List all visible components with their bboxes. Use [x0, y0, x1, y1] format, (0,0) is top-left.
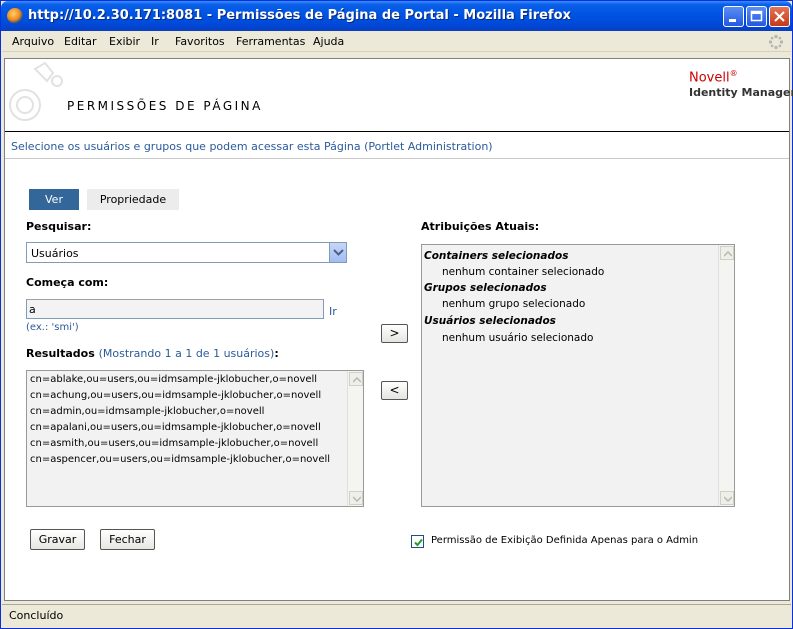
menu-ferramentas[interactable]: Ferramentas [236, 35, 305, 48]
current-assignments-list[interactable]: Containers selecionados nenhum container… [421, 244, 735, 507]
close-window-button[interactable] [769, 6, 790, 27]
divider [5, 158, 789, 159]
results-label: Resultados (Mostrando 1 a 1 de 1 usuário… [26, 347, 279, 360]
list-item[interactable]: cn=ablake,ou=users,ou=idmsample-jklobuch… [30, 374, 317, 385]
search-hint: (ex.: 'smi') [26, 322, 79, 333]
minimize-icon [729, 19, 736, 22]
list-item[interactable]: cn=admin,ou=idmsample-jklobucher,o=novel… [30, 406, 264, 417]
go-link[interactable]: Ir [329, 305, 337, 318]
menu-favoritos[interactable]: Favoritos [175, 35, 225, 48]
page-title: PERMISSÕES DE PÁGINA [67, 99, 263, 113]
maximize-button[interactable] [746, 6, 767, 27]
search-type-value: Usuários [31, 247, 79, 260]
group-item-groups: nenhum grupo selecionado [442, 298, 586, 310]
arrow-down-icon [353, 496, 361, 502]
scroll-up-button[interactable] [349, 372, 363, 386]
arrow-up-icon [353, 377, 361, 383]
add-selection-button[interactable]: > [381, 324, 408, 343]
list-item[interactable]: cn=asmith,ou=users,ou=idmsample-jklobuch… [30, 438, 318, 449]
remove-selection-button[interactable]: < [381, 381, 408, 400]
arrow-up-icon [724, 251, 732, 257]
status-bar: Concluído [2, 604, 791, 626]
list-item[interactable]: cn=aspencer,ou=users,ou=idmsample-jklobu… [30, 454, 330, 465]
search-type-select[interactable]: Usuários [26, 242, 347, 263]
tab-ver[interactable]: Ver [29, 189, 79, 210]
save-button[interactable]: Gravar [30, 529, 85, 550]
gear-decoration-icon [9, 61, 63, 121]
starts-with-input[interactable] [27, 300, 323, 318]
group-header-groups: Grupos selecionados [424, 282, 547, 294]
maximize-icon [750, 10, 763, 22]
product-name: Identity Manager [689, 86, 793, 99]
page-header: PERMISSÕES DE PÁGINA Novell® Identity Ma… [5, 59, 793, 132]
assignments-label: Atribuições Atuais: [421, 220, 540, 233]
scroll-down-button[interactable] [720, 491, 734, 505]
activity-throbber-icon [768, 34, 784, 50]
browser-window: http://10.2.30.171:8081 - Permissões de … [0, 0, 793, 629]
firefox-icon [7, 8, 23, 24]
admin-only-label: Permissão de Exibição Definida Apenas pa… [431, 535, 699, 546]
menu-editar[interactable]: Editar [64, 35, 97, 48]
status-text: Concluído [9, 609, 64, 622]
menu-bar: Arquivo Editar Exibir Ir Favoritos Ferra… [2, 31, 791, 52]
menu-ajuda[interactable]: Ajuda [313, 35, 344, 48]
results-list[interactable]: cn=ablake,ou=users,ou=idmsample-jklobuch… [26, 370, 364, 507]
list-item[interactable]: cn=achung,ou=users,ou=idmsample-jklobuch… [30, 390, 321, 401]
scroll-down-button[interactable] [349, 491, 363, 505]
close-button[interactable]: Fechar [100, 529, 155, 550]
results-count: (Mostrando 1 a 1 de 1 usuários) [98, 347, 275, 360]
starts-with-input-box[interactable] [26, 299, 324, 319]
checkmark-icon [414, 538, 423, 547]
chevron-down-icon [333, 249, 344, 256]
group-header-containers: Containers selecionados [424, 250, 569, 262]
group-item-containers: nenhum container selecionado [442, 266, 605, 278]
page-content: PERMISSÕES DE PÁGINA Novell® Identity Ma… [4, 58, 793, 601]
menu-arquivo[interactable]: Arquivo [12, 35, 54, 48]
list-item[interactable]: cn=apalani,ou=users,ou=idmsample-jklobuc… [30, 422, 321, 433]
close-icon [774, 11, 785, 22]
scroll-up-button[interactable] [720, 246, 734, 260]
starts-with-label: Começa com: [26, 276, 109, 289]
instruction-text: Selecione os usuários e grupos que podem… [11, 140, 493, 153]
search-label: Pesquisar: [26, 220, 92, 233]
title-bar[interactable]: http://10.2.30.171:8081 - Permissões de … [1, 1, 792, 31]
assignments-scrollbar[interactable] [718, 245, 734, 506]
menu-exibir[interactable]: Exibir [109, 35, 140, 48]
window-title: http://10.2.30.171:8081 - Permissões de … [28, 8, 571, 23]
arrow-down-icon [724, 496, 732, 502]
dropdown-button[interactable] [329, 243, 346, 262]
results-scrollbar[interactable] [347, 371, 363, 506]
minimize-button[interactable] [723, 6, 744, 27]
menu-ir[interactable]: Ir [151, 35, 159, 48]
tab-propriedade[interactable]: Propriedade [87, 189, 179, 210]
group-item-users: nenhum usuário selecionado [442, 332, 594, 344]
novell-logo: Novell® [689, 69, 738, 86]
group-header-users: Usuários selecionados [424, 315, 556, 327]
admin-only-checkbox[interactable] [411, 535, 424, 548]
